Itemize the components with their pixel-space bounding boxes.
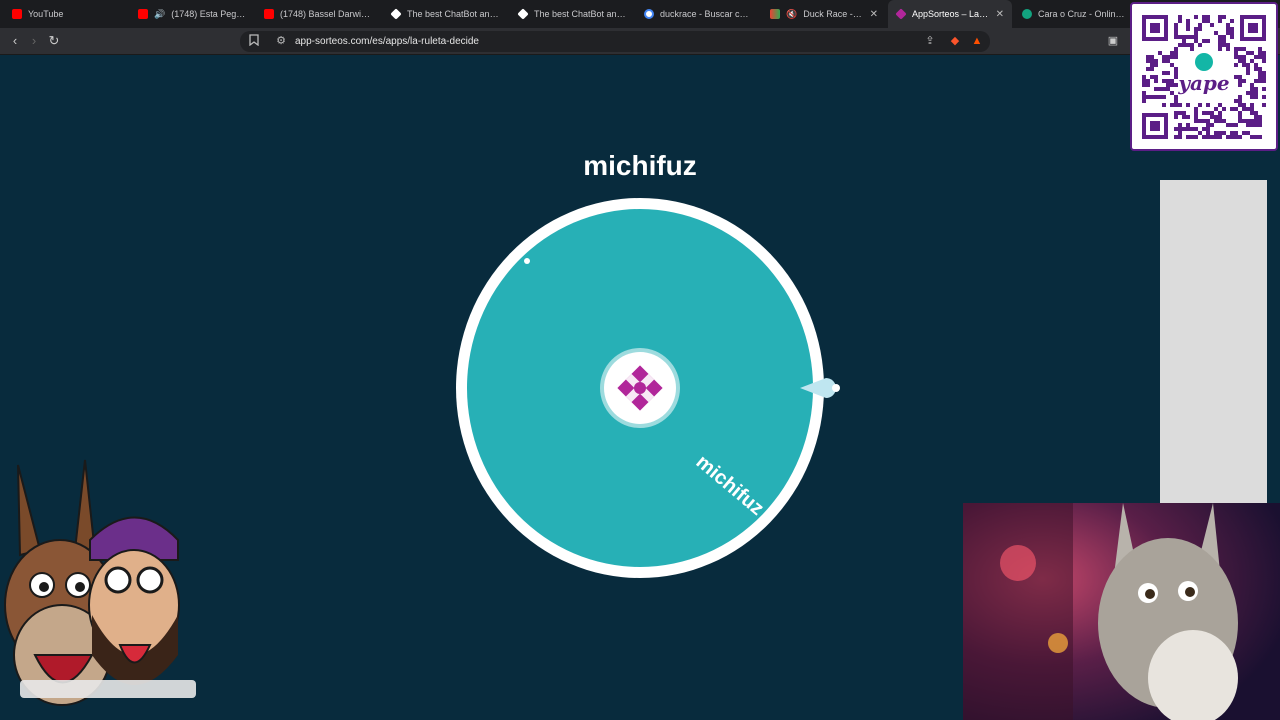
tab-esta-pegao[interactable]: 🔊 (1748) Esta Pegao (Re [130,0,254,28]
tab-label: YouTube [28,9,64,19]
yape-qr-code: yape [1130,2,1278,151]
tab-label: duckrace - Buscar con Go [660,9,752,19]
tab-duck-race[interactable]: 🔇 Duck Race - Duck ✕ [762,0,886,28]
yape-logo-icon [1195,53,1213,71]
appsorteos-icon [895,8,907,20]
youtube-icon [12,9,22,19]
wheel-dot [524,258,530,264]
site-settings-icon[interactable]: ⚙ [274,34,288,48]
tab-label: Duck Race - Duck [803,9,863,19]
tab-label: AppSorteos – La Rul [912,9,990,19]
tab-label: The best ChatBot and Wi [534,9,626,19]
back-icon[interactable]: ‹ [7,33,23,49]
spin-wheel[interactable]: michifuz [456,198,824,578]
google-icon [644,9,654,19]
tab-label: The best ChatBot and Wi [407,9,499,19]
youtube-icon [138,9,148,19]
tab-google-duckrace[interactable]: duckrace - Buscar con Go [636,0,760,28]
tab-cara-o-cruz[interactable]: Cara o Cruz - Online Tirar [1014,0,1134,28]
forward-icon[interactable]: › [26,33,42,49]
tab-youtube[interactable]: YouTube [4,0,130,28]
reload-icon[interactable]: ↻ [46,33,62,49]
brave-rewards-icon[interactable]: ▲ [970,34,984,48]
tab-appsorteos[interactable]: AppSorteos – La Rul ✕ [888,0,1012,28]
speaker-icon: 🔊 [154,8,166,19]
qr-brand-text: yape [1177,71,1229,95]
tab-chatbot-2[interactable]: The best ChatBot and Wi [510,0,634,28]
wheel-pointer-icon [798,374,850,402]
wheel-title: michifuz [583,150,697,181]
youtube-icon [264,9,274,19]
tab-strip: YouTube 🔊 (1748) Esta Pegao (Re (1748) B… [0,0,1280,28]
close-tab-icon[interactable]: ✕ [870,9,878,20]
browser-toolbar: ‹ › ↻ ⚙ app-sorteos.com/es/apps/la-rulet… [0,28,1280,55]
blank-panel [1160,180,1267,504]
close-tab-icon[interactable]: ✕ [996,9,1004,20]
tab-label: (1748) Bassel Darwish - Cr [280,9,372,19]
tab-label: Cara o Cruz - Online Tirar [1038,9,1126,19]
url-text[interactable]: app-sorteos.com/es/apps/la-ruleta-decide [295,31,479,52]
address-bar[interactable]: ⚙ app-sorteos.com/es/apps/la-ruleta-deci… [240,31,990,52]
streamer-avatar [0,455,205,720]
chatbot-icon [390,8,402,20]
tab-label: (1748) Esta Pegao (Re [171,9,246,19]
duck-icon [770,9,780,19]
brave-shield-icon[interactable]: ◆ [948,34,962,48]
share-icon[interactable]: ⇪ [923,34,937,48]
bookmark-icon[interactable] [247,34,261,48]
tab-chatbot-1[interactable]: The best ChatBot and Wi [383,0,507,28]
muted-icon: 🔇 [786,8,798,19]
webcam-feed [963,503,1280,720]
sidebar-toggle-icon[interactable]: ▣ [1105,33,1121,49]
cara-cruz-icon [1022,9,1032,19]
tab-bassel-darwish[interactable]: (1748) Bassel Darwish - Cr [256,0,380,28]
chatbot-icon [517,8,529,20]
